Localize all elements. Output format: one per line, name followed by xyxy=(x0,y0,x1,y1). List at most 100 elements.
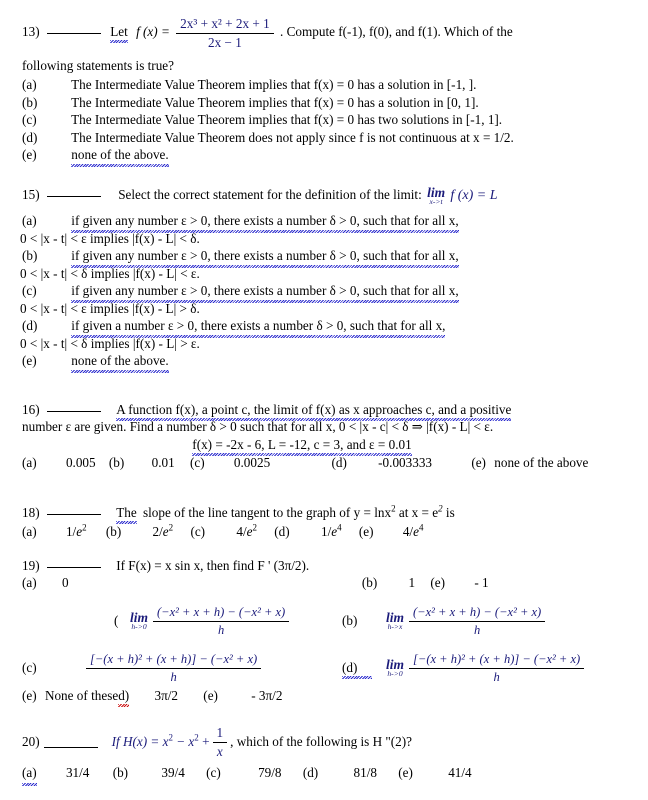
choice-exponent: 4 xyxy=(418,522,424,533)
choice-tag: (e) xyxy=(22,353,37,369)
choice-tag: (b) xyxy=(112,765,129,781)
question-20-answer-blank[interactable] xyxy=(43,736,98,749)
choice-tag: (e) xyxy=(22,688,37,703)
choice-line-1: if given any number ε > 0, there exists … xyxy=(71,248,460,267)
choice-tag: (e) xyxy=(203,688,218,703)
choice-text[interactable]: 0 xyxy=(62,575,69,590)
choice-tag: (d) xyxy=(22,129,38,145)
choice-text[interactable]: none of the above xyxy=(494,455,588,470)
choice-tag: (d) xyxy=(302,765,319,781)
question-19-answer-blank[interactable] xyxy=(46,556,101,568)
question-13-stem-line2: following statements is true? xyxy=(22,58,174,74)
choice-text[interactable]: 1 xyxy=(409,575,416,590)
choice-tag: (d) xyxy=(331,455,347,470)
choice-row[interactable]: (a) The Intermediate Value Theorem impli… xyxy=(22,76,514,94)
question-18-stem-c: at x = e xyxy=(395,505,439,520)
choice-row[interactable]: (b) if given any number ε > 0, there exi… xyxy=(20,247,498,282)
question-13-stem-let: Let xyxy=(110,24,128,44)
choice-exponent: 4 xyxy=(337,522,342,533)
choice-text[interactable]: 79/8 xyxy=(258,765,281,780)
question-20-number: 20) xyxy=(22,734,40,750)
choice-text[interactable]: 81/8 xyxy=(354,765,377,780)
question-13-fraction: 2x³ + x² + 2x + 1 2x − 1 xyxy=(176,16,274,50)
choice-row[interactable]: (d) if given a number ε > 0, there exist… xyxy=(20,317,498,352)
question-13-stem-post: . Compute f(-1), f(0), and f(1). Which o… xyxy=(280,24,513,40)
question-15-stem: Select the correct statement for the def… xyxy=(118,187,422,202)
limit-choice-row[interactable]: (d) lim h->0 [−(x + h)² + (x + h)] − (−x… xyxy=(342,652,587,685)
choice-numerator: 4/ xyxy=(236,524,247,539)
choice-tag: (b) xyxy=(22,248,38,264)
choice-tag: (d) xyxy=(342,660,372,679)
choice-text[interactable]: 0.0025 xyxy=(234,455,270,470)
choice-text[interactable]: 41/4 xyxy=(448,765,471,780)
limit-body: f (x) = L xyxy=(450,188,498,203)
choice-tag: (c) xyxy=(189,455,205,470)
choice-row[interactable]: (b) The Intermediate Value Theorem impli… xyxy=(22,94,514,112)
limit-fraction: (−x² + x + h) − (−x² + x) h xyxy=(409,605,546,638)
choice-tag: (e) xyxy=(471,455,486,470)
choice-text[interactable]: 39/4 xyxy=(161,765,184,780)
choice-tag: (d) xyxy=(274,524,290,539)
question-13-answer-blank[interactable] xyxy=(46,22,101,35)
fraction-numerator: [−(x + h)² + (x + h)] − (−x² + x) xyxy=(86,652,262,669)
question-19-final-line: (e) None of thesed) 3π/2 (e) - 3π/2 xyxy=(22,688,282,707)
choice-tag: (d) xyxy=(22,318,38,334)
choice-tag: (c) xyxy=(206,765,221,781)
limit-op-subscript: h->0 xyxy=(131,622,147,632)
fraction-denominator: h xyxy=(217,622,225,637)
limit-choice-row[interactable]: ( lim h->0 (−x² + x + h) − (−x² + x) h xyxy=(22,605,322,638)
limit-choice-row[interactable]: (c) [−(x + h)² + (x + h)] − (−x² + x) h xyxy=(22,652,322,685)
question-19-stem: If F(x) = x sin x, then find F ' (3π/2). xyxy=(116,558,310,573)
choice-row[interactable]: 4/e4 xyxy=(403,522,424,539)
limit-operator: lim x->t xyxy=(427,186,445,206)
choice-line-1: if given any number ε > 0, there exists … xyxy=(71,213,460,232)
limit-operator: lim h->0 xyxy=(130,609,149,632)
question-16-answer-blank[interactable] xyxy=(46,400,101,412)
question-13-number: 13) xyxy=(22,24,40,40)
question-15-answer-blank[interactable] xyxy=(46,185,101,197)
choice-row[interactable]: 1/e4 xyxy=(320,522,342,539)
question-13-choices: (a) The Intermediate Value Theorem impli… xyxy=(22,76,514,167)
choice-row[interactable]: (e) none of the above. xyxy=(22,146,514,167)
choice-tag: (c) xyxy=(22,112,37,128)
choice-text[interactable]: 0.005 xyxy=(66,455,96,470)
choice-row[interactable]: (e) none of the above. xyxy=(22,352,498,372)
choice-numerator: 1/ xyxy=(320,524,332,539)
limit-op-subscript: h->0 xyxy=(387,669,403,679)
choice-tag: (b) xyxy=(108,455,125,470)
question-16-given-equation: f(x) = -2x - 6, L = -12, c = 3, and ε = … xyxy=(192,436,413,456)
choice-tag: (e) xyxy=(22,147,37,163)
choice-row[interactable]: 2/e2 xyxy=(153,523,174,539)
choice-text[interactable]: - 3π/2 xyxy=(251,688,282,703)
fraction-numerator: (−x² + x + h) − (−x² + x) xyxy=(153,605,290,622)
choice-tag: (e) xyxy=(430,575,446,590)
choice-row[interactable]: (c) if given any number ε > 0, there exi… xyxy=(20,282,498,317)
choice-row[interactable]: 1/e2 xyxy=(66,523,87,539)
fraction-numerator: 2x³ + x² + 2x + 1 xyxy=(176,16,274,34)
exam-page: 13) Let f (x) = 2x³ + x² + 2x + 1 2x − 1… xyxy=(0,0,648,800)
question-18-answer-blank[interactable] xyxy=(46,503,101,515)
fraction-denominator: 2x − 1 xyxy=(208,34,242,50)
choice-text[interactable]: 31/4 xyxy=(66,765,89,780)
choice-text[interactable]: - 1 xyxy=(474,575,488,590)
choice-row[interactable]: (a) if given any number ε > 0, there exi… xyxy=(20,212,498,247)
question-16-number: 16) xyxy=(22,402,40,417)
choice-row[interactable]: 4/e2 xyxy=(236,523,257,539)
question-19-number: 19) xyxy=(22,558,40,573)
choice-tag: (e) xyxy=(358,524,374,539)
choice-text[interactable]: -0.003333 xyxy=(378,455,432,470)
choice-row[interactable]: (d) The Intermediate Value Theorem does … xyxy=(22,129,514,147)
choice-text[interactable]: None of these xyxy=(45,688,118,703)
choice-text[interactable]: 0.01 xyxy=(152,455,175,470)
choice-text[interactable]: 3π/2 xyxy=(154,688,178,703)
question-18-number: 18) xyxy=(22,505,40,520)
question-19-choice-row-top: (a) 0 (b) 1 (e) - 1 xyxy=(22,574,489,592)
trailing-d-token: d) xyxy=(118,688,130,707)
question-16-line1: A function f(x), a point c, the limit of… xyxy=(116,402,512,421)
question-19-limit-choices: ( lim h->0 (−x² + x + h) − (−x² + x) h (… xyxy=(22,598,632,692)
choice-text: The Intermediate Value Theorem implies t… xyxy=(71,77,477,93)
question-16-line3: f(x) = -2x - 6, L = -12, c = 3, and ε = … xyxy=(22,436,582,456)
choice-row[interactable]: (c) The Intermediate Value Theorem impli… xyxy=(22,111,514,129)
limit-choice-row[interactable]: (b) lim h->x (−x² + x + h) − (−x² + x) h xyxy=(342,605,548,638)
choice-tag: (b) xyxy=(342,613,358,628)
